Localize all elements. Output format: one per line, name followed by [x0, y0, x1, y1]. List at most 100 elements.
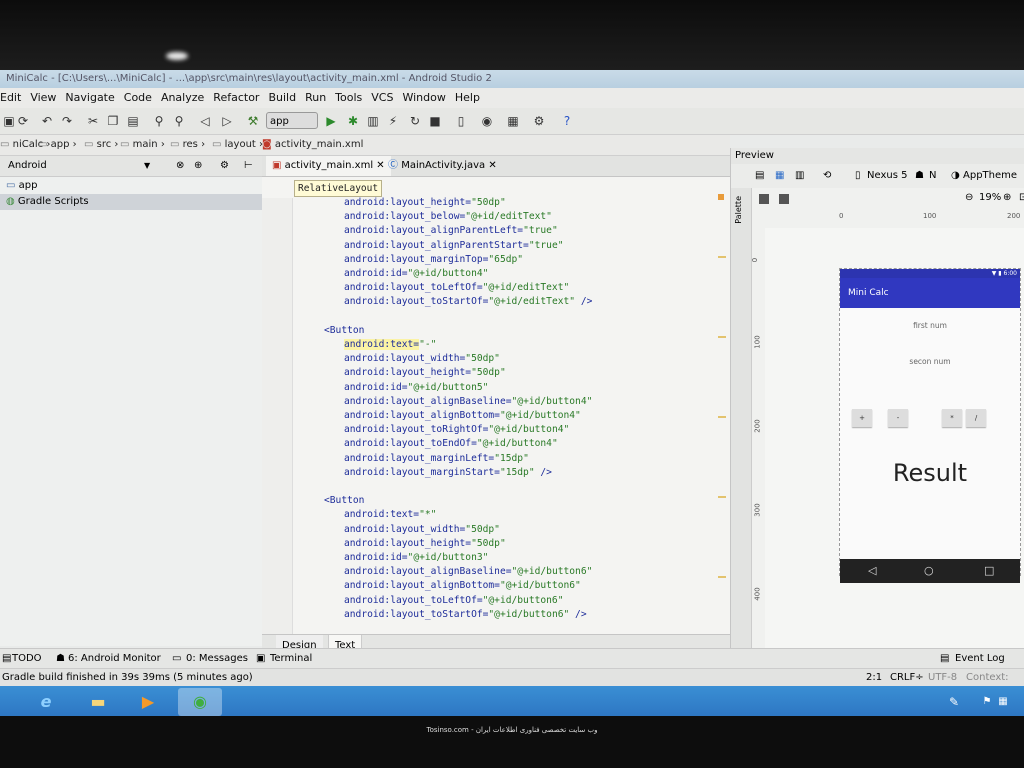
code-line: android:id="@+id/button5"	[344, 381, 488, 395]
chevron-right-icon: ›	[111, 139, 119, 150]
square-icon[interactable]	[779, 194, 789, 204]
menu-item[interactable]: VCS	[371, 91, 393, 104]
line-separator[interactable]: CRLF÷	[890, 669, 924, 687]
tool-event-log[interactable]: Event Log	[955, 649, 1005, 669]
collapse-icon[interactable]: ⊗	[176, 156, 184, 176]
monitor-bezel-top	[0, 0, 1024, 72]
build-hammer-icon[interactable]: ⚒	[246, 114, 260, 128]
menu-item[interactable]: Tools	[335, 91, 362, 104]
tool-messages[interactable]: 0: Messages	[186, 649, 248, 669]
layout-icon[interactable]: ▤	[755, 164, 764, 188]
scroll-from-source-icon[interactable]: ⊕	[194, 156, 202, 176]
ie-icon[interactable]: e	[24, 688, 68, 716]
device-select[interactable]: Nexus 5	[867, 164, 907, 188]
run-config-select[interactable]: app	[266, 112, 318, 129]
android-device-icon[interactable]: ⚙	[532, 114, 546, 128]
file-encoding[interactable]: UTF-8	[928, 669, 957, 687]
project-view-select[interactable]: Android	[8, 156, 47, 176]
rerun-icon[interactable]: ↻	[408, 114, 422, 128]
gear-icon[interactable]: ⚙	[220, 156, 229, 176]
forward-icon[interactable]: ▷	[220, 114, 234, 128]
undo-icon[interactable]: ↶	[40, 114, 54, 128]
menu-item[interactable]: Navigate	[65, 91, 114, 104]
run-icon[interactable]: ▶	[324, 114, 338, 128]
sync-icon[interactable]: ⟳	[16, 114, 30, 128]
menu-item[interactable]: Edit	[0, 91, 21, 104]
flag-tray-icon[interactable]: ⚑	[980, 688, 994, 716]
square-icon[interactable]	[759, 194, 769, 204]
api-select[interactable]: N	[929, 164, 936, 188]
project-structure-icon[interactable]: ▦	[506, 114, 520, 128]
minus-button[interactable]: -	[888, 409, 908, 427]
close-icon[interactable]: ✕	[488, 160, 496, 171]
code-token: android:layout_alignParentStart=	[344, 239, 529, 251]
menu-item[interactable]: View	[30, 91, 56, 104]
code-token: "@+id/button4"	[511, 395, 593, 407]
breadcrumb-item[interactable]: ▭ src ›	[84, 135, 118, 155]
explorer-folder-icon[interactable]: ▬	[76, 688, 120, 716]
tab-main-activity[interactable]: Ⓒ MainActivity.java ✕	[382, 156, 503, 176]
breadcrumb-item[interactable]: ▭ main ›	[120, 135, 165, 155]
menu-item[interactable]: Analyze	[161, 91, 204, 104]
menu-item[interactable]: Code	[124, 91, 152, 104]
tab-activity-main[interactable]: ▣ activity_main.xml ✕	[266, 156, 391, 176]
cursor-position[interactable]: 2:1	[866, 669, 882, 687]
code-lines[interactable]: android:layout_height="50dp" android:layo…	[292, 196, 722, 636]
apply-changes-icon[interactable]: ⚡	[386, 114, 400, 128]
paste-icon[interactable]: ▤	[126, 114, 140, 128]
breadcrumb-item[interactable]: ▭ res ›	[170, 135, 205, 155]
media-player-icon[interactable]: ▶	[126, 688, 170, 716]
chevron-down-icon[interactable]: ▼	[144, 156, 150, 176]
menu-item[interactable]: Refactor	[213, 91, 259, 104]
breadcrumb-item[interactable]: ▭ app ›	[38, 135, 77, 155]
blueprint-icon[interactable]: ▥	[795, 164, 804, 188]
folder-icon: ▭	[170, 139, 183, 150]
second-num-hint[interactable]: secon num	[840, 357, 1020, 366]
menu-item[interactable]: Run	[305, 91, 326, 104]
nav-back-icon[interactable]: ◁	[868, 559, 876, 583]
save-icon[interactable]: ▣	[2, 114, 16, 128]
back-icon[interactable]: ◁	[198, 114, 212, 128]
menu-item[interactable]: Help	[455, 91, 480, 104]
plus-button[interactable]: +	[852, 409, 872, 427]
cut-icon[interactable]: ✂	[86, 114, 100, 128]
help-icon[interactable]: ?	[560, 114, 574, 128]
tool-android-monitor[interactable]: 6: Android Monitor	[68, 649, 161, 669]
replace-icon[interactable]: ⚲	[172, 114, 186, 128]
tree-item-app[interactable]: ▭ app	[6, 178, 37, 194]
sdk-manager-icon[interactable]: ◉	[480, 114, 494, 128]
debug-icon[interactable]: ✱	[346, 114, 360, 128]
nav-home-icon[interactable]: ○	[924, 559, 934, 583]
first-num-hint[interactable]: first num	[840, 321, 1020, 330]
design-view-icon[interactable]: ▦	[775, 164, 784, 188]
redo-icon[interactable]: ↷	[60, 114, 74, 128]
android-studio-icon[interactable]: ◉	[178, 688, 222, 716]
attach-icon[interactable]: ▥	[366, 114, 380, 128]
zoom-out-icon[interactable]: ⊖	[965, 188, 973, 208]
ruler-label: 200	[753, 419, 762, 433]
tool-terminal[interactable]: Terminal	[270, 649, 312, 669]
theme-select[interactable]: AppTheme	[963, 164, 1017, 188]
pen-tray-icon[interactable]: ✎	[932, 688, 976, 716]
network-tray-icon[interactable]: ▦	[996, 688, 1010, 716]
breadcrumb-item[interactable]: ▭ layout ›	[212, 135, 263, 155]
palette-tab[interactable]: Palette	[734, 196, 743, 224]
zoom-fit-icon[interactable]: ⊡	[1019, 188, 1024, 208]
stop-icon[interactable]: ■	[428, 114, 442, 128]
tool-todo[interactable]: TODO	[12, 649, 42, 669]
orientation-icon[interactable]: ⟲	[823, 164, 831, 188]
menu-item[interactable]: Build	[268, 91, 296, 104]
code-token: "true"	[523, 225, 558, 237]
breadcrumb-item[interactable]: ◙ activity_main.xml	[262, 135, 363, 155]
hide-panel-icon[interactable]: ⊢	[244, 156, 253, 176]
multiply-button[interactable]: *	[942, 409, 962, 427]
tree-item-gradle-scripts[interactable]: ◍ Gradle Scripts	[0, 194, 262, 210]
menu-item[interactable]: Window	[402, 91, 445, 104]
find-icon[interactable]: ⚲	[152, 114, 166, 128]
avd-manager-icon[interactable]: ▯	[454, 114, 468, 128]
divide-button[interactable]: /	[966, 409, 986, 427]
code-line: android:layout_height="50dp"	[344, 537, 506, 551]
copy-icon[interactable]: ❐	[106, 114, 120, 128]
nav-recents-icon[interactable]: □	[984, 559, 994, 583]
zoom-in-icon[interactable]: ⊕	[1003, 188, 1011, 208]
